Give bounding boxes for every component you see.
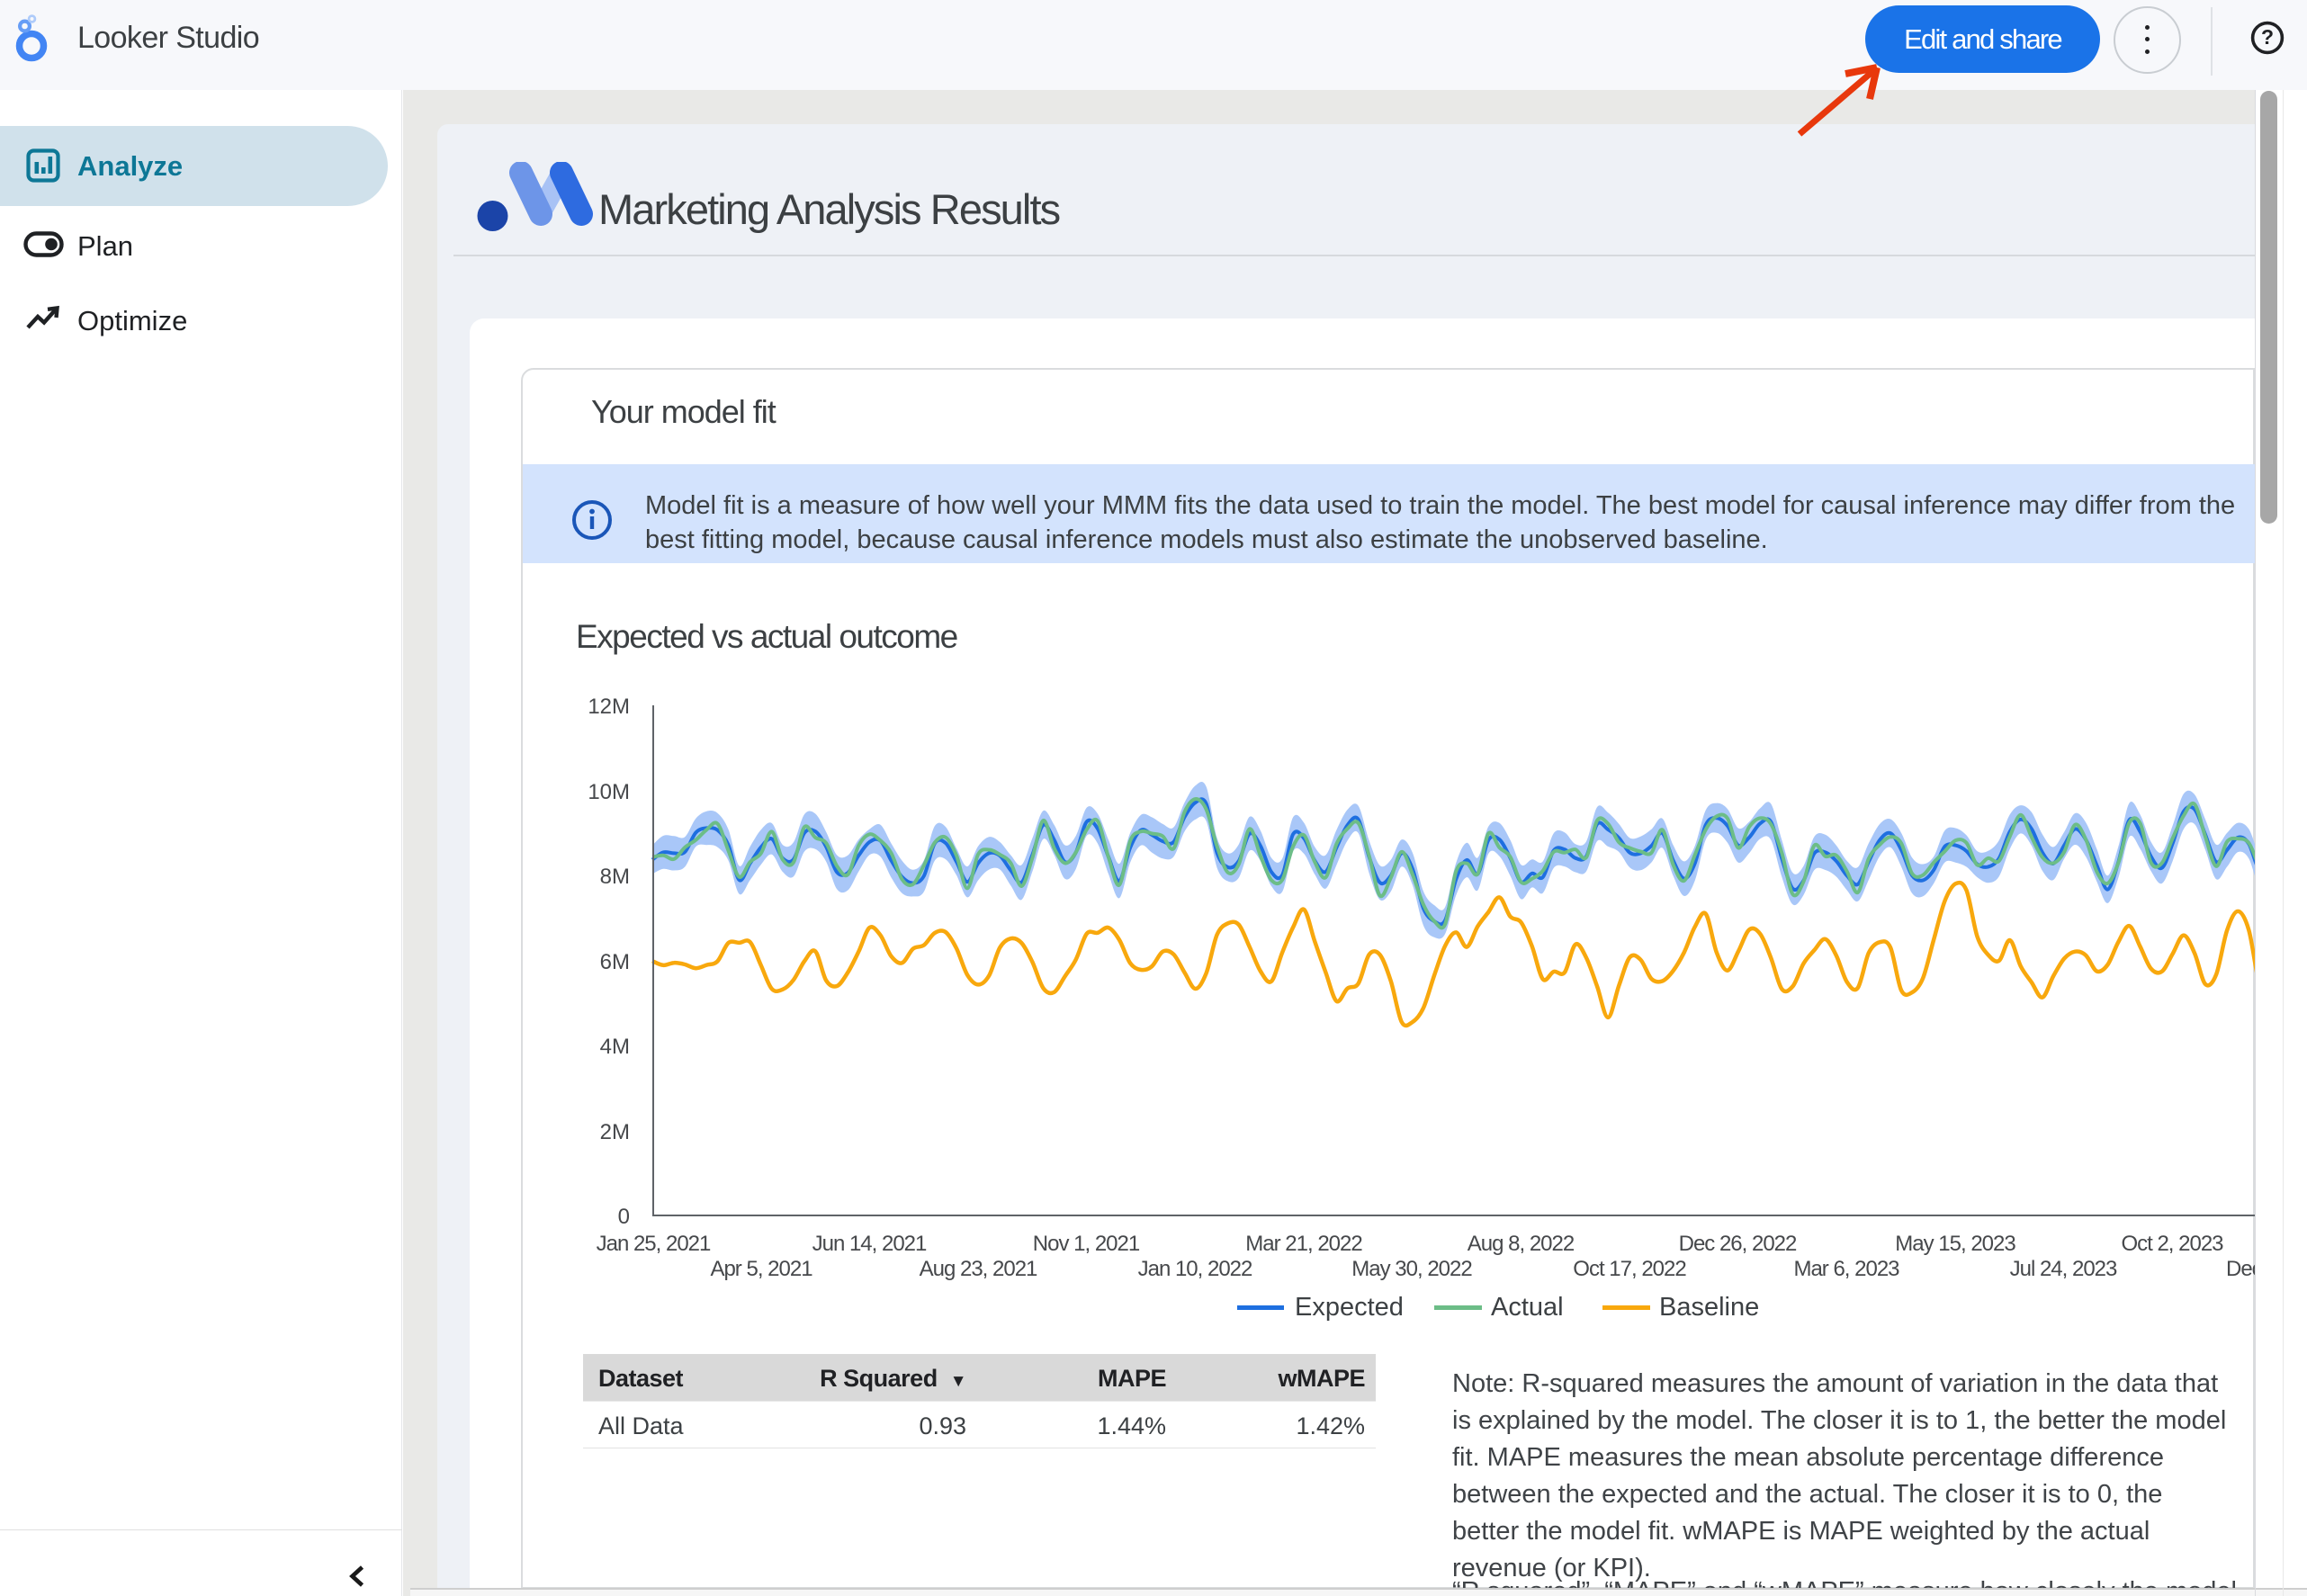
svg-text:?: ? <box>2261 25 2274 49</box>
